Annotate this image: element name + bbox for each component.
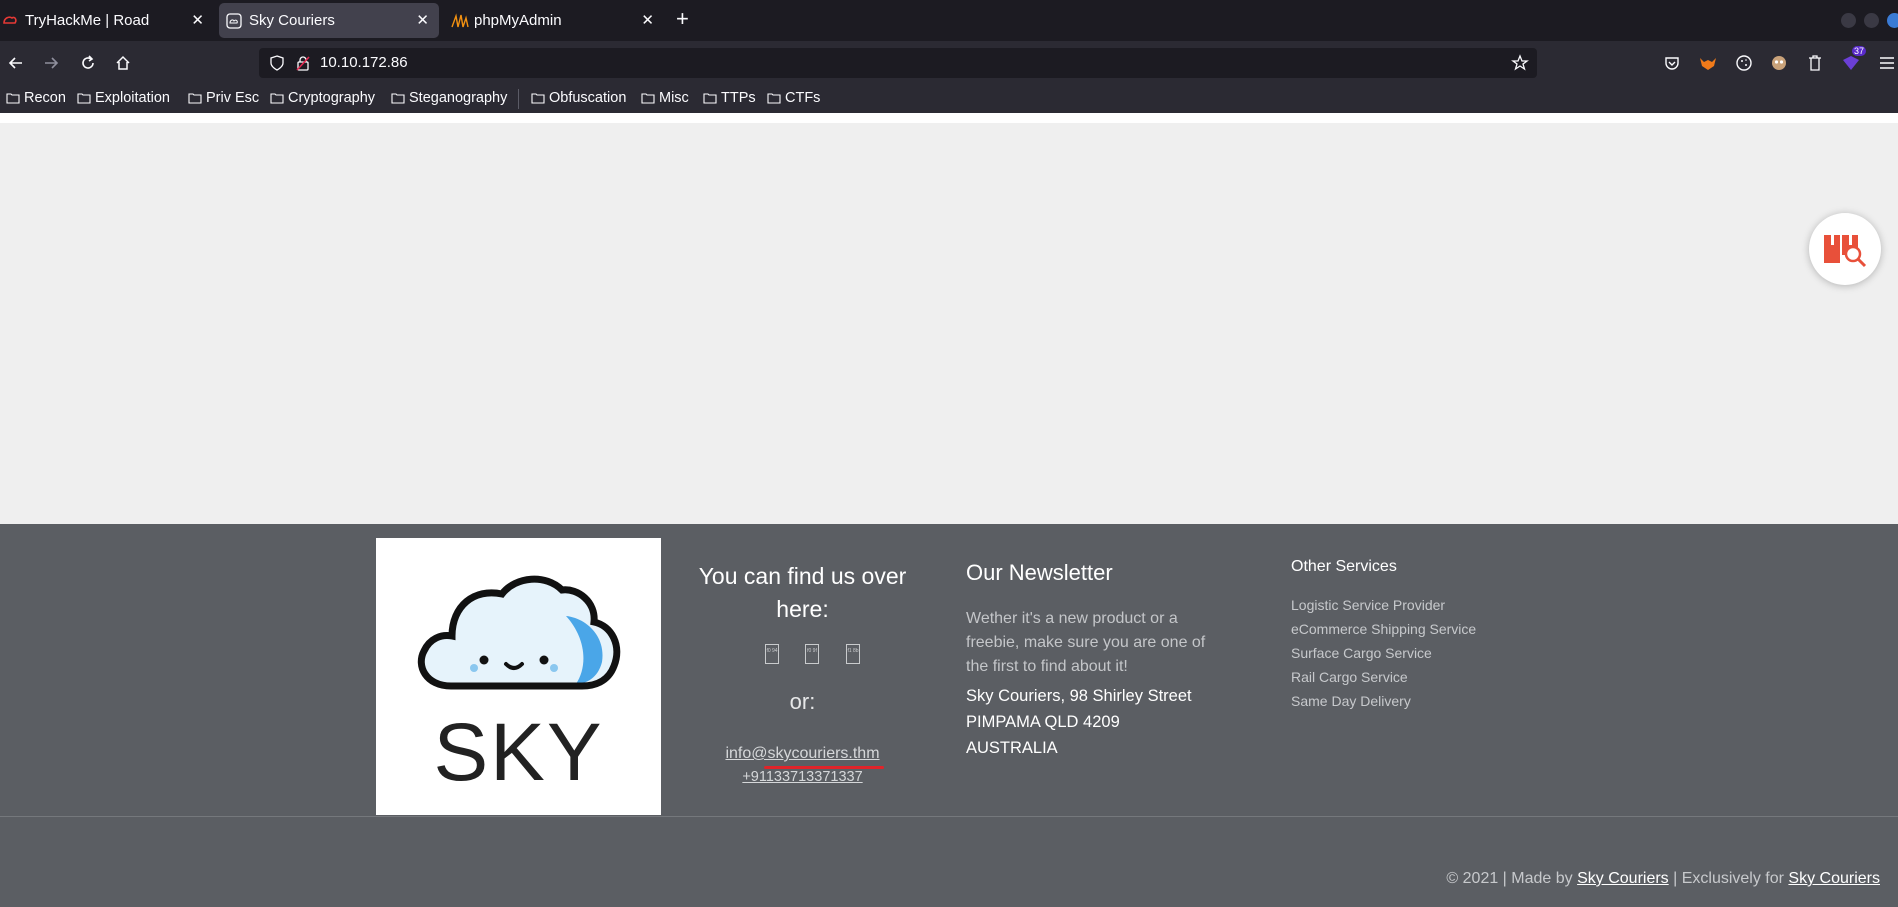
- cookie-editor-icon[interactable]: [1733, 52, 1755, 74]
- folder-icon: [6, 93, 20, 104]
- cloud-mascot-icon: [417, 575, 621, 690]
- new-tab-button[interactable]: +: [676, 8, 689, 30]
- youtube-icon[interactable]: f1 8b: [846, 644, 860, 664]
- facebook-icon[interactable]: f0 94: [765, 644, 779, 664]
- close-tab-icon[interactable]: ✕: [641, 11, 654, 29]
- twitter-icon[interactable]: f0 9f: [805, 644, 819, 664]
- phpmyadmin-icon: [451, 12, 469, 29]
- service-link[interactable]: Surface Cargo Service: [1291, 641, 1476, 665]
- folder-icon: [531, 93, 545, 104]
- bookmark-folder-steganography[interactable]: Steganography: [391, 88, 507, 108]
- insecure-lock-icon[interactable]: [295, 55, 311, 76]
- tab-phpmyadmin[interactable]: phpMyAdmin ✕: [444, 3, 664, 38]
- address-line: PIMPAMA QLD 4209: [966, 713, 1120, 731]
- folder-icon: [270, 93, 284, 104]
- bookmark-folder-ttps[interactable]: TTPs: [703, 88, 756, 108]
- web-page: SKY You can find us over here: f0 94 f0 …: [0, 113, 1898, 907]
- tracking-search-button[interactable]: [1809, 213, 1881, 285]
- logo-text: SKY: [433, 707, 604, 798]
- address-line: AUSTRALIA: [966, 739, 1058, 757]
- shield-icon[interactable]: [269, 55, 285, 76]
- bookmark-folder-exploitation[interactable]: Exploitation: [77, 88, 170, 108]
- navigation-toolbar: 10.10.172.86 37: [0, 41, 1898, 84]
- bookmark-folder-misc[interactable]: Misc: [641, 88, 689, 108]
- extension-badge: 37: [1851, 46, 1866, 56]
- contact-email-link[interactable]: info@skycouriers.thm: [680, 745, 925, 763]
- company-address: Sky Couriers, 98 Shirley Street PIMPAMA …: [966, 683, 1226, 761]
- maximize-button[interactable]: [1864, 13, 1879, 28]
- bookmark-separator: [518, 89, 519, 109]
- reload-button[interactable]: [76, 51, 100, 75]
- tab-tryhackme[interactable]: TryHackMe | Road ✕: [2, 3, 214, 38]
- tab-sky-couriers[interactable]: Sky Couriers ✕: [219, 3, 439, 38]
- tab-label: Sky Couriers: [249, 12, 335, 29]
- other-services-list: Logistic Service Provider eCommerce Ship…: [1291, 593, 1476, 713]
- bookmark-folder-priv-esc[interactable]: Priv Esc: [188, 88, 259, 108]
- foxyproxy-icon[interactable]: [1697, 52, 1719, 74]
- service-link[interactable]: eCommerce Shipping Service: [1291, 617, 1476, 641]
- folder-icon: [767, 93, 781, 104]
- page-header-strip: [0, 113, 1898, 123]
- copyright-middle: | Exclusively for: [1668, 870, 1789, 887]
- bookmark-star-icon[interactable]: [1511, 54, 1529, 77]
- pocket-icon[interactable]: [1661, 52, 1683, 74]
- close-tab-icon[interactable]: ✕: [416, 11, 429, 29]
- address-bar[interactable]: 10.10.172.86: [259, 48, 1537, 78]
- footer-divider: [0, 816, 1898, 817]
- bookmark-folder-recon[interactable]: Recon: [6, 88, 66, 108]
- user-agent-switcher-icon[interactable]: [1768, 52, 1790, 74]
- site-footer: SKY You can find us over here: f0 94 f0 …: [0, 524, 1898, 907]
- folder-icon: [703, 93, 717, 104]
- forward-button[interactable]: [39, 51, 63, 75]
- tab-label: phpMyAdmin: [474, 12, 562, 29]
- or-label: or:: [789, 689, 816, 714]
- wappalyzer-icon[interactable]: 37: [1840, 46, 1866, 74]
- newsletter-title: Our Newsletter: [966, 560, 1113, 585]
- tryhackme-icon: [2, 13, 18, 29]
- other-services-title: Other Services: [1291, 558, 1397, 575]
- exclusive-for-link[interactable]: Sky Couriers: [1788, 870, 1880, 887]
- copyright-notice: © 2021 | Made by Sky Couriers | Exclusiv…: [1446, 870, 1880, 888]
- menu-icon[interactable]: [1876, 52, 1898, 74]
- folder-icon: [188, 93, 202, 104]
- bookmark-folder-cryptography[interactable]: Cryptography: [270, 88, 375, 108]
- address-line: Sky Couriers, 98 Shirley Street: [966, 687, 1192, 705]
- reload-icon: [82, 55, 94, 69]
- made-by-link[interactable]: Sky Couriers: [1577, 870, 1669, 887]
- bookmark-folder-ctfs[interactable]: CTFs: [767, 88, 820, 108]
- back-button[interactable]: [4, 51, 28, 75]
- bookmarks-toolbar: Recon Exploitation Priv Esc Cryptography…: [0, 84, 1898, 113]
- home-button[interactable]: [111, 51, 135, 75]
- close-tab-icon[interactable]: ✕: [191, 11, 204, 29]
- page-icon: [226, 12, 242, 29]
- url-text[interactable]: 10.10.172.86: [320, 54, 408, 71]
- contact-phone-link[interactable]: +91133713371337: [680, 769, 925, 785]
- minimize-button[interactable]: [1841, 13, 1856, 28]
- trash-icon[interactable]: [1804, 52, 1826, 74]
- newsletter-description: Wether it's a new product or a freebie, …: [966, 610, 1206, 675]
- tab-strip: TryHackMe | Road ✕ Sky Couriers ✕ phpMyA…: [0, 0, 1898, 41]
- sky-logo: SKY: [376, 538, 661, 815]
- folder-icon: [641, 93, 655, 104]
- find-us-title: You can find us over here:: [698, 563, 907, 622]
- folder-icon: [77, 93, 91, 104]
- back-arrow-icon: [8, 57, 22, 69]
- forward-arrow-icon: [45, 57, 59, 69]
- tab-label: TryHackMe | Road: [25, 12, 150, 29]
- bookmark-folder-obfuscation[interactable]: Obfuscation: [531, 88, 626, 108]
- home-icon: [116, 55, 130, 70]
- service-link[interactable]: Logistic Service Provider: [1291, 593, 1476, 617]
- service-link[interactable]: Same Day Delivery: [1291, 689, 1476, 713]
- close-window-button[interactable]: [1887, 13, 1898, 28]
- package-search-icon: [1824, 235, 1867, 268]
- service-link[interactable]: Rail Cargo Service: [1291, 665, 1476, 689]
- copyright-prefix: © 2021 | Made by: [1446, 870, 1578, 887]
- folder-icon: [391, 93, 405, 104]
